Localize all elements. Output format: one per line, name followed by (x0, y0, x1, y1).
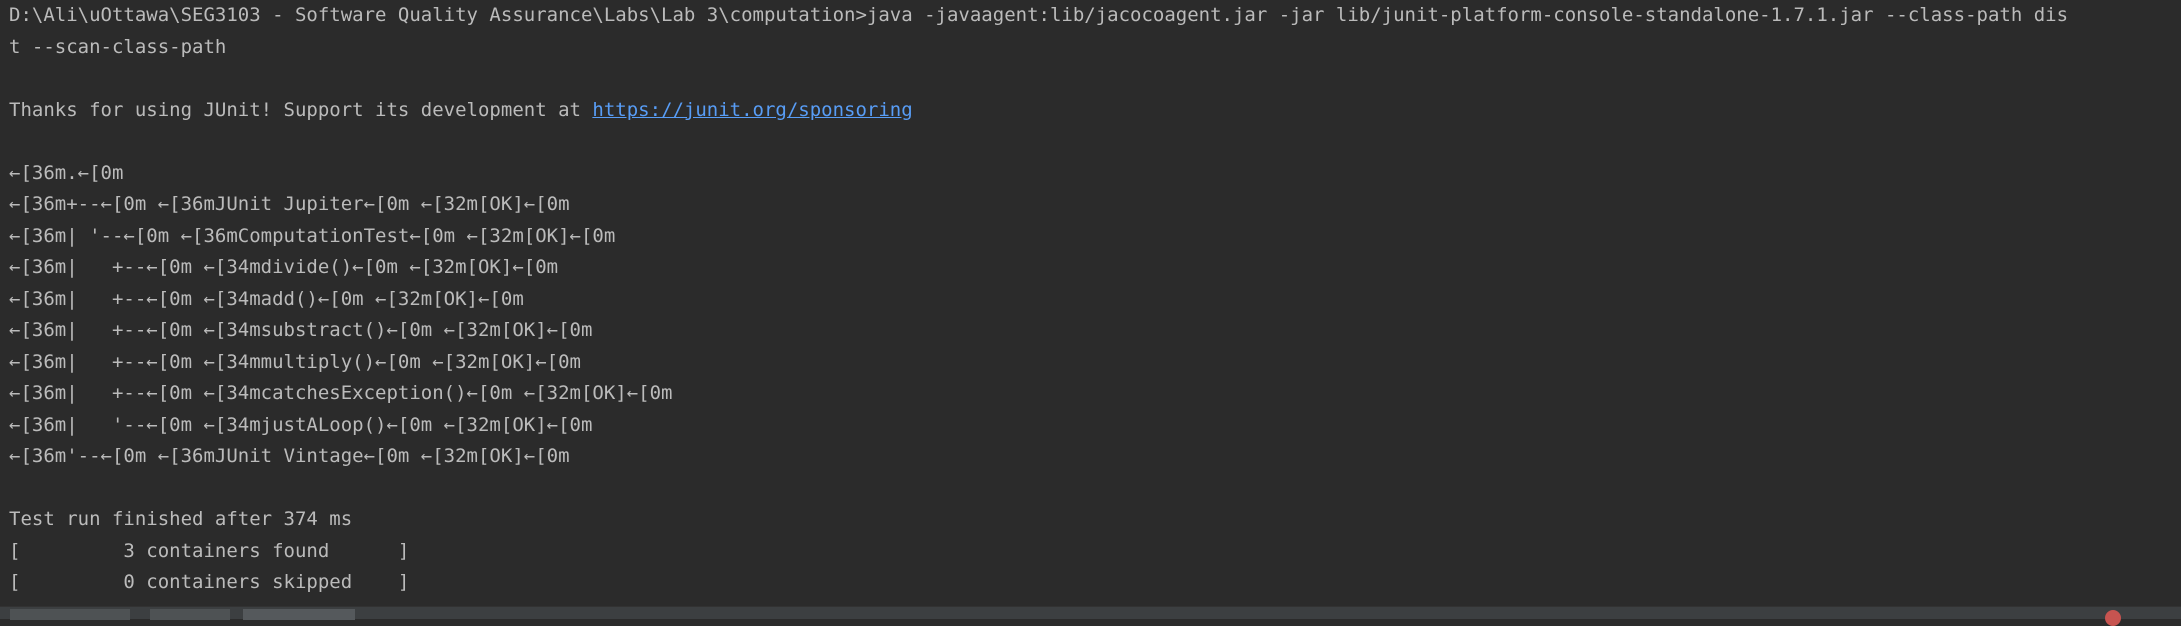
error-notification-icon[interactable] (2105, 610, 2121, 626)
terminal-output[interactable]: D:\Ali\uOttawa\SEG3103 - Software Qualit… (0, 0, 2181, 606)
tree-test-divide: ←[36m| +--←[0m ←[34mdivide()←[0m ←[32m[O… (9, 256, 559, 278)
thanks-text: Thanks for using JUnit! Support its deve… (9, 98, 593, 121)
tree-test-multiply: ←[36m| +--←[0m ←[34mmultiply()←[0m ←[32m… (9, 350, 581, 373)
tree-computation-test: ←[36m| '--←[0m ←[36mComputationTest←[0m … (9, 224, 616, 247)
tree-junit-vintage: ←[36m'--←[0m ←[36mJUnit Vintage←[0m ←[32… (9, 445, 570, 467)
tool-window-bar (0, 606, 2181, 626)
thanks-line: Thanks for using JUnit! Support its deve… (9, 95, 2181, 127)
containers-skipped: [ 0 containers skipped ] (9, 571, 410, 593)
command-line: D:\Ali\uOttawa\SEG3103 - Software Qualit… (9, 4, 2069, 26)
command-line-wrap: t --scan-class-path (9, 35, 227, 58)
tree-test-add: ←[36m| +--←[0m ←[34madd()←[0m ←[32m[OK]←… (9, 287, 524, 310)
tool-tab[interactable] (150, 609, 230, 620)
test-run-summary: Test run finished after 374 ms (9, 508, 353, 530)
sponsoring-link[interactable]: https://junit.org/sponsoring (592, 99, 912, 121)
tool-tab[interactable] (10, 609, 130, 620)
tree-root: ←[36m.←[0m (9, 161, 124, 184)
tree-test-substract: ←[36m| +--←[0m ←[34msubstract()←[0m ←[32… (9, 319, 593, 341)
tree-test-catches-exception: ←[36m| +--←[0m ←[34mcatchesException()←[… (9, 382, 673, 404)
tool-tab-terminal[interactable] (243, 609, 355, 620)
tree-junit-jupiter: ←[36m+--←[0m ←[36mJUnit Jupiter←[0m ←[32… (9, 193, 570, 215)
containers-found: [ 3 containers found ] (9, 539, 410, 562)
tree-test-just-a-loop: ←[36m| '--←[0m ←[34mjustALoop()←[0m ←[32… (9, 413, 593, 436)
